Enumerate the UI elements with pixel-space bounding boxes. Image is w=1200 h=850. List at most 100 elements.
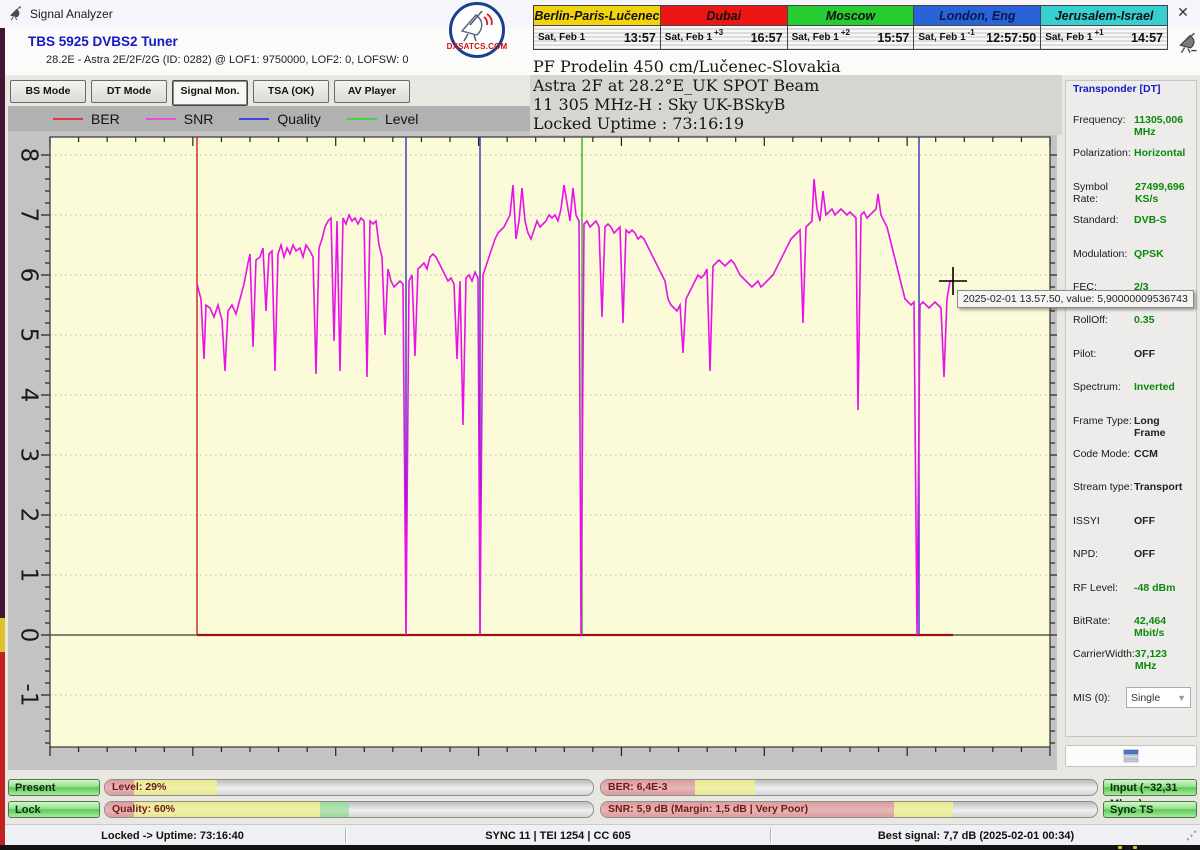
dish-cursor-icon <box>1176 30 1200 56</box>
transponder-value: Long Frame <box>1134 415 1191 439</box>
tuner-subtitle: 28.2E - Astra 2E/2F/2G (ID: 0282) @ LOF1… <box>46 54 409 66</box>
transponder-label: RF Level: <box>1073 582 1118 594</box>
legend-label: Quality <box>277 111 321 127</box>
mode-button-signal-mon-[interactable]: Signal Mon. <box>172 80 248 106</box>
bar-level-label: Level: 29% <box>112 781 166 793</box>
mode-button-dt-mode[interactable]: DT Mode <box>91 80 167 103</box>
status-uptime: Locked -> Uptime: 73:16:40 <box>0 830 345 842</box>
y-axis-label: 8 <box>16 148 42 163</box>
mis-dropdown[interactable]: Single ▼ <box>1126 687 1191 708</box>
clock-time-row: Sat, Feb 1-112:57:50 <box>914 26 1040 49</box>
transponder-row-modulation-: Modulation:QPSK <box>1073 248 1191 260</box>
legend-item-level: Level <box>347 111 418 127</box>
signal-chart[interactable]: 876543210-1 <box>8 131 1057 770</box>
bar-fill-segment <box>695 780 755 795</box>
transponder-label: Frame Type: <box>1073 415 1132 439</box>
mode-button-tsa-ok-[interactable]: TSA (OK) <box>253 80 329 103</box>
clock-utc-offset: +3 <box>714 28 723 37</box>
legend-line-sample <box>239 118 269 120</box>
close-icon[interactable]: ✕ <box>1172 4 1194 24</box>
clock-time-row: Sat, Feb 1+215:57 <box>788 26 914 49</box>
transponder-row-symbol-rate-: Symbol Rate:27499,696 KS/s <box>1073 181 1191 205</box>
clock-london-eng: London, EngSat, Feb 1-112:57:50 <box>914 5 1041 50</box>
clock-time: 15:57 <box>877 31 909 45</box>
transponder-label: Symbol Rate: <box>1073 181 1135 205</box>
clock-time-row: Sat, Feb 113:57 <box>534 26 660 49</box>
clock-date: Sat, Feb 1 <box>1045 32 1092 43</box>
transponder-value: CCM <box>1134 448 1191 460</box>
annotation-line-4: Locked Uptime : 73:16:19 <box>533 114 1057 133</box>
clock-city-label: Berlin-Paris-Lučenec <box>534 6 660 26</box>
clock-date: Sat, Feb 1 <box>665 32 712 43</box>
bar-fill-segment <box>320 802 349 817</box>
y-axis-label: 2 <box>16 508 42 523</box>
plot-area[interactable] <box>50 137 1050 747</box>
transponder-value: 27499,696 KS/s <box>1135 181 1191 205</box>
sync-ts-indicator: Sync TS <box>1103 801 1197 818</box>
transponder-label: BitRate: <box>1073 615 1110 639</box>
clock-dubai: DubaiSat, Feb 1+316:57 <box>661 5 788 50</box>
transponder-value: OFF <box>1134 548 1191 560</box>
y-axis-label: -1 <box>16 684 42 707</box>
annotation-line-3: 11 305 MHz-H : Sky UK-BSkyB <box>533 95 1057 114</box>
legend-line-sample <box>347 118 377 120</box>
snr-bar: SNR: 5,9 dB (Margin: 1,5 dB | Very Poor) <box>600 801 1098 818</box>
transponder-value: OFF <box>1134 515 1191 527</box>
transponder-row-stream-type-: Stream type:Transport <box>1073 481 1191 493</box>
bar-ber-label: BER: 6,4E-3 <box>608 781 668 793</box>
window-title: Signal Analyzer <box>30 7 113 21</box>
y-axis-label: 5 <box>16 328 42 343</box>
taskbar-edge <box>0 845 1200 850</box>
transponder-row-npd-: NPD: OFF <box>1073 548 1191 560</box>
dxsatcs-logo: DXSATCS.COM <box>446 2 510 60</box>
transponder-row-spectrum-: Spectrum: Inverted <box>1073 381 1191 393</box>
clock-utc-offset: -1 <box>968 28 975 37</box>
signal-chart-canvas[interactable]: 876543210-1 <box>8 131 1057 770</box>
logo-dish-icon <box>452 5 498 45</box>
transponder-value: Transport <box>1134 481 1191 493</box>
satellite-dish-icon <box>8 6 24 22</box>
transponder-value: Inverted <box>1134 381 1191 393</box>
status-sync-counters: SYNC 11 | TEI 1254 | CC 605 <box>346 830 770 842</box>
transponder-value: 0.35 <box>1134 314 1191 326</box>
clock-time-row: Sat, Feb 1+1 14:57 <box>1041 26 1167 49</box>
stream-list-button[interactable] <box>1065 745 1197 767</box>
transponder-label: RollOff: <box>1073 314 1108 326</box>
legend-label: SNR <box>184 111 214 127</box>
chart-tooltip: 2025-02-01 13.57.50, value: 5,9000000953… <box>957 290 1194 308</box>
transponder-label: Stream type: <box>1073 481 1133 493</box>
mode-button-av-player[interactable]: AV Player <box>334 80 410 103</box>
resize-grip[interactable]: ⋰ <box>1186 829 1197 842</box>
transponder-label: NPD: <box>1073 548 1098 560</box>
transponder-row-rolloff-: RollOff: 0.35 <box>1073 314 1191 326</box>
bar-fill-segment <box>894 802 954 817</box>
clock-time: 14:57 <box>1131 31 1163 45</box>
clock-moscow: MoscowSat, Feb 1+215:57 <box>788 5 915 50</box>
transponder-row-issyi: ISSYI OFF <box>1073 515 1191 527</box>
clock-date: Sat, Feb 1 <box>918 32 965 43</box>
bar-quality-label: Quality: 60% <box>112 803 175 815</box>
transponder-label: Modulation: <box>1073 248 1127 260</box>
transponder-value: OFF <box>1134 348 1191 360</box>
transponder-label: Spectrum: <box>1073 381 1121 393</box>
transponder-label: CarrierWidth: <box>1073 648 1135 672</box>
clock-utc-offset: +1 <box>1094 28 1103 37</box>
clock-city-label: London, Eng <box>914 6 1040 26</box>
taskbar-glow <box>1118 846 1122 849</box>
annotation-line-2: Astra 2F at 28.2°E_UK SPOT Beam <box>533 76 1057 95</box>
legend-item-quality: Quality <box>239 111 321 127</box>
y-axis-label: 7 <box>16 208 42 223</box>
logo-caption: DXSATCS.COM <box>446 42 508 51</box>
mode-button-bs-mode[interactable]: BS Mode <box>10 80 86 103</box>
status-bar: Locked -> Uptime: 73:16:40 SYNC 11 | TEI… <box>0 824 1200 846</box>
transponder-row-rf-level-: RF Level:-48 dBm <box>1073 582 1191 594</box>
transponder-value: 37,123 MHz <box>1135 648 1191 672</box>
transponder-label: Standard: <box>1073 214 1119 226</box>
transponder-label: ISSYI <box>1073 515 1100 527</box>
legend-label: Level <box>385 111 418 127</box>
status-best-signal: Best signal: 7,7 dB (2025-02-01 00:34) <box>771 830 1181 842</box>
transponder-row-pilot-: Pilot:OFF <box>1073 348 1191 360</box>
clock-time: 13:57 <box>624 31 656 45</box>
transponder-value: Horizontal <box>1134 147 1191 159</box>
y-axis-label: 0 <box>16 628 42 643</box>
